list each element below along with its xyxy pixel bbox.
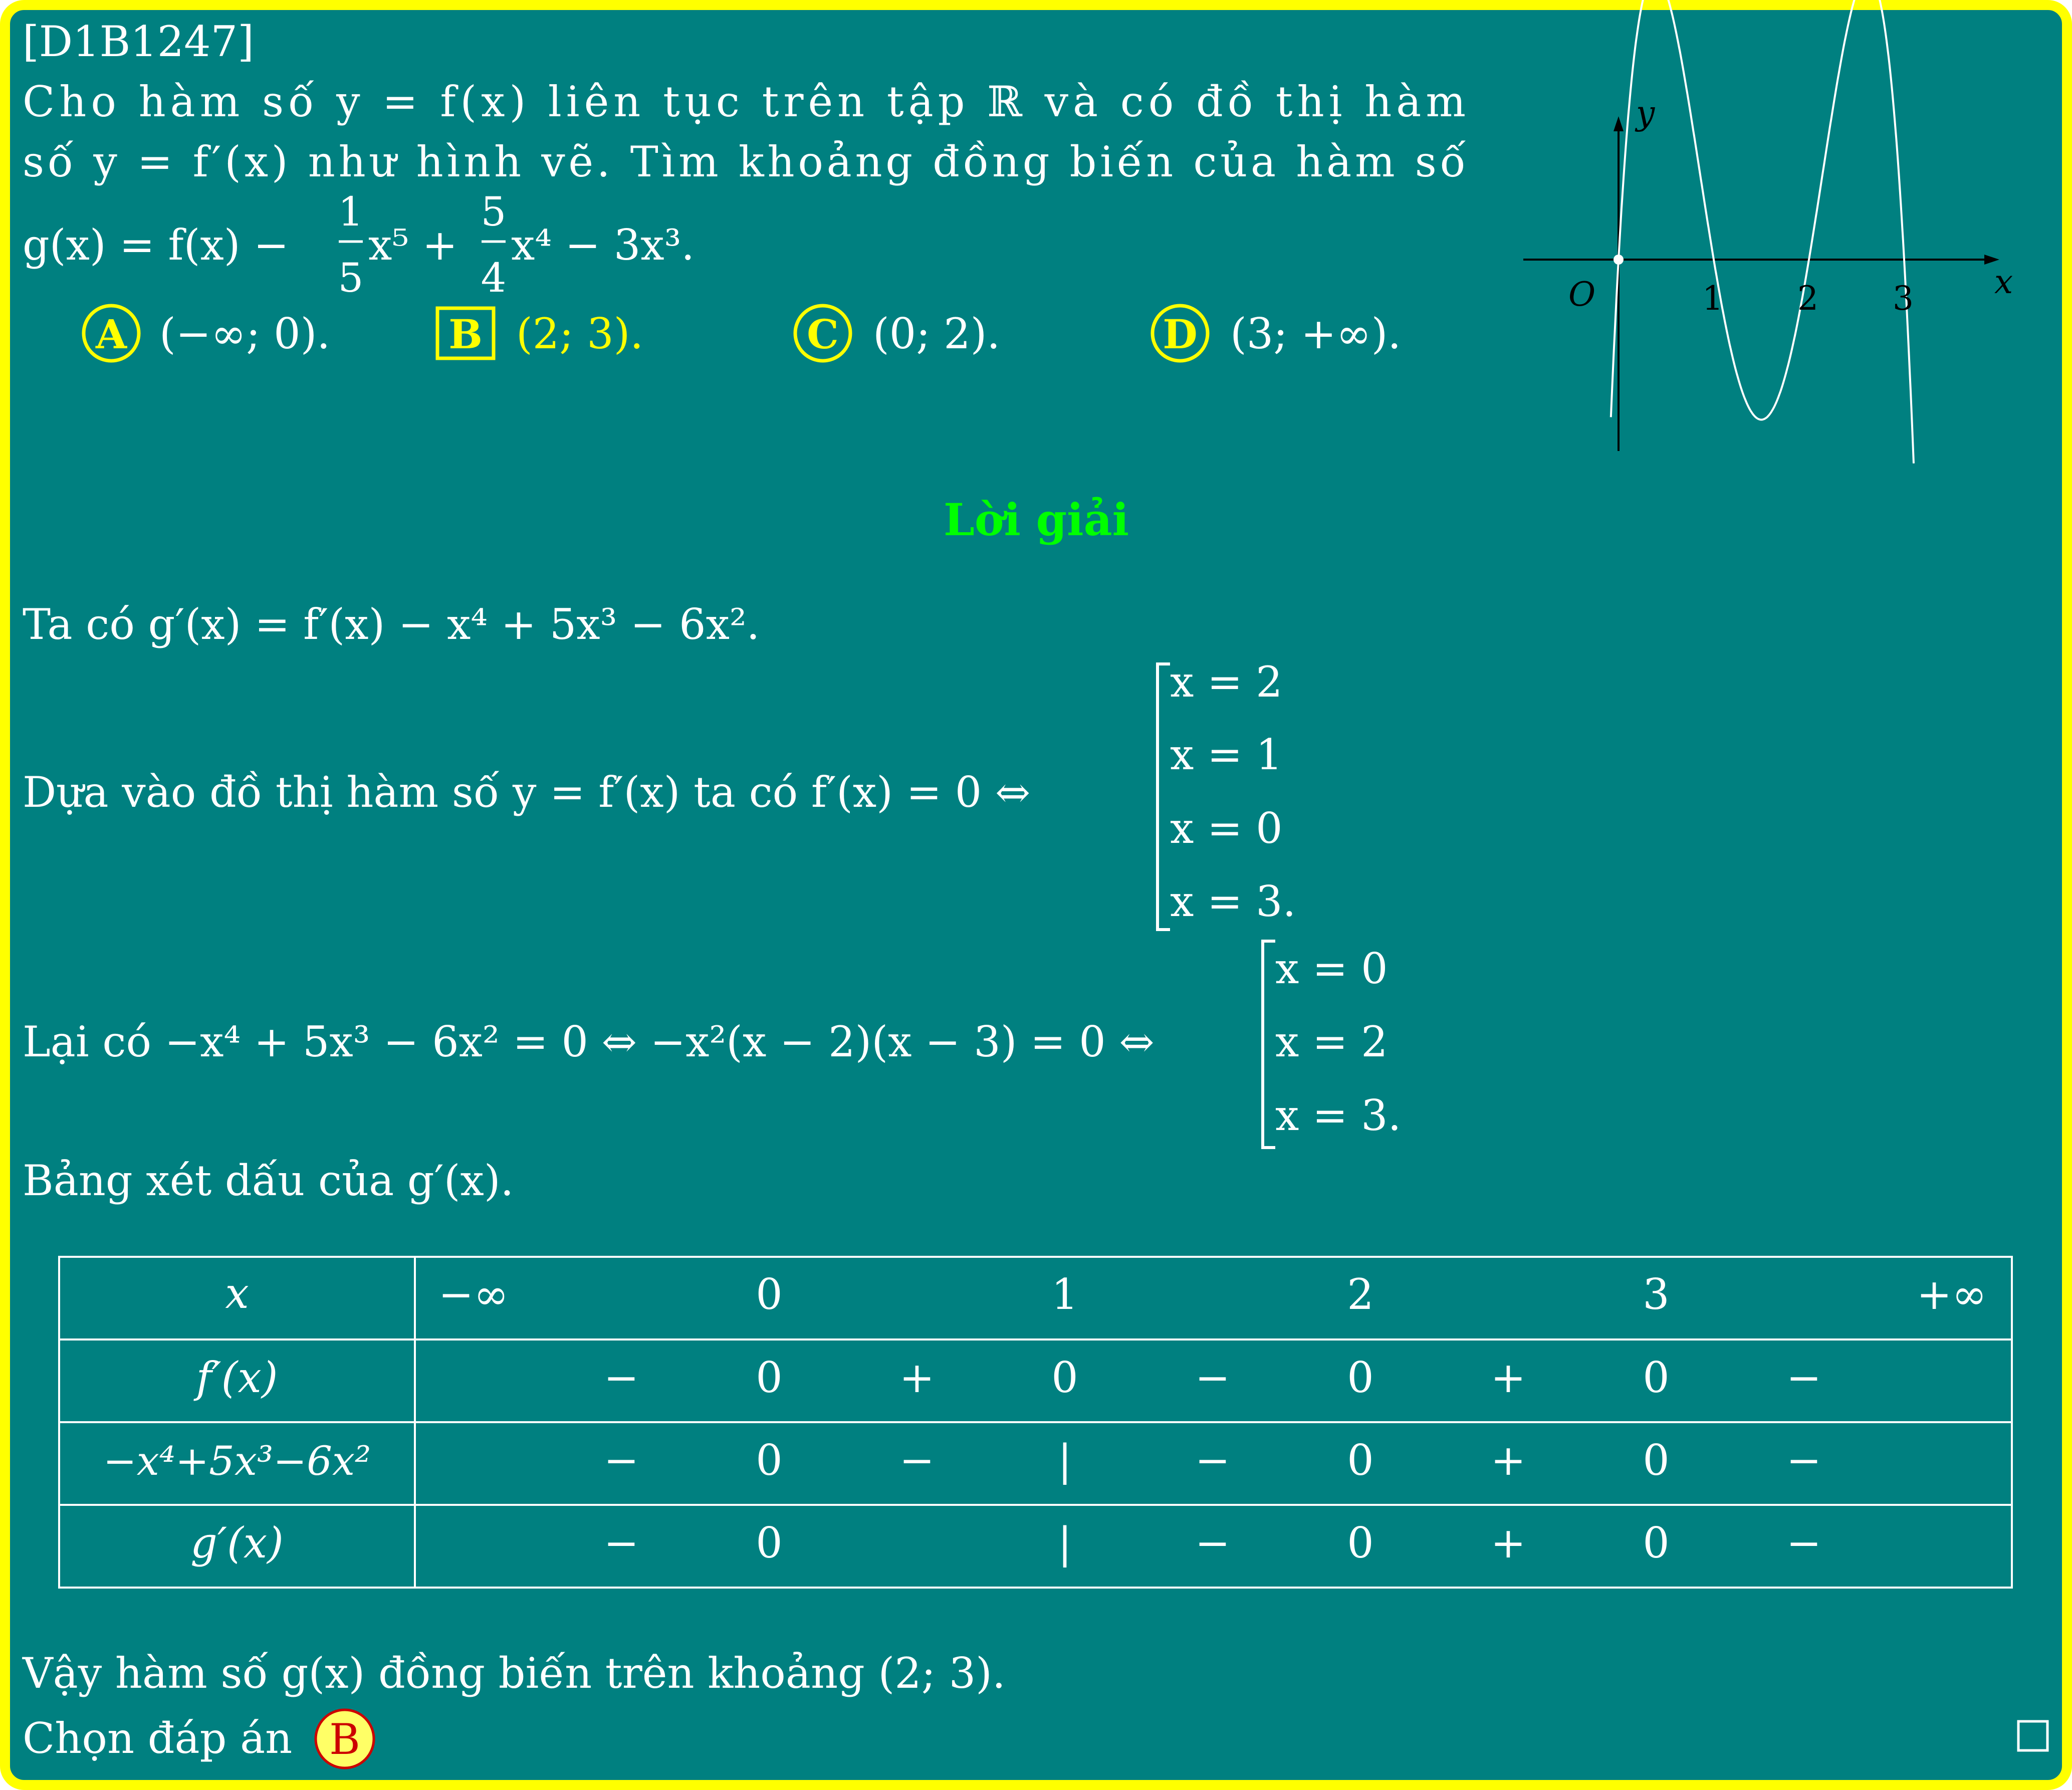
table-header-cell: −∞ [438,1270,509,1319]
table-cell: − [1786,1353,1821,1402]
table-header-cell: 3 [1643,1270,1669,1319]
option-d[interactable]: D (3; +∞). [1150,304,1401,363]
table-cell: 0 [756,1518,782,1568]
choose-answer-label: Chọn đáp án [23,1714,292,1763]
table-cell: − [1786,1436,1821,1485]
origin-label: O [1568,275,1595,314]
table-row-label-polynomial: −x⁴+5x³−6x² [103,1438,371,1484]
origin-point [1614,255,1624,265]
cases1-item-3: x = 0 [1170,804,1283,853]
option-d-text: (3; +∞). [1230,309,1401,358]
table-cell: − [1195,1353,1230,1402]
fraction1-numerator: 1 [338,188,364,235]
formula-head: g(x) = f(x) − [23,220,289,270]
card-border [0,0,2072,1790]
option-b[interactable]: B (2; 3). [435,306,643,360]
choose-answer-letter: B [329,1715,360,1764]
table-header-cell: 2 [1347,1270,1373,1319]
table-cell: 0 [756,1436,782,1485]
solution-conclusion: Vậy hàm số g(x) đồng biến trên khoảng (2… [22,1649,1006,1698]
table-header-x: x [225,1269,249,1318]
solution-line3: Lại có −x⁴ + 5x³ − 6x² = 0 ⇔ −x²(x − 2)(… [23,1017,1155,1066]
option-c[interactable]: C (0; 2). [793,304,1000,363]
problem-id: [D1B1247] [23,17,254,66]
table-cell: 0 [1643,1436,1669,1485]
x-tick-2: 2 [1797,279,1818,318]
fraction1-denominator: 5 [338,255,364,301]
table-cell: − [604,1353,639,1402]
table-cell: − [1195,1518,1230,1568]
cases1-item-4: x = 3. [1170,877,1296,926]
x-axis-label: x [1994,263,2013,301]
table-cell: 0 [1347,1436,1373,1485]
table-cell: − [899,1436,935,1485]
table-cell: − [604,1436,639,1485]
cases1-item-2: x = 1 [1170,730,1283,779]
table-cell: − [1786,1518,1821,1568]
option-a-letter: A [95,311,127,358]
table-cell: + [1491,1518,1526,1568]
solution-line4: Bảng xét dấu của g′(x). [23,1156,514,1205]
table-cell: 0 [1347,1518,1373,1568]
formula-term2: x⁴ − 3x³. [511,220,695,270]
table-cell: + [899,1353,935,1402]
option-b-letter: B [448,311,483,358]
option-a[interactable]: A (−∞; 0). [82,304,330,363]
table-cell: 0 [1643,1518,1669,1568]
cases1-item-1: x = 2 [1170,657,1283,707]
cases2-item-3: x = 3. [1275,1091,1401,1140]
table-cell: + [1491,1436,1526,1485]
y-axis-label: y [1635,94,1655,132]
problem-card: [D1B1247] Cho hàm số y = f(x) liên tục t… [0,0,2072,1790]
table-row-label-gprime: g′(x) [190,1518,284,1568]
fraction2-numerator: 5 [481,188,507,235]
table-cell: 0 [1347,1353,1373,1402]
solution-line2: Dựa vào đồ thị hàm số y = f′(x) ta có f′… [23,768,1030,817]
solution-heading: Lời giải [944,494,1129,546]
option-d-letter: D [1163,311,1197,358]
formula-term1: x⁵ + [368,220,457,270]
x-tick-3: 3 [1893,279,1914,318]
cases2-item-1: x = 0 [1275,944,1388,993]
option-c-letter: C [807,311,839,358]
table-header-cell: +∞ [1917,1270,1987,1319]
option-b-text: (2; 3). [516,309,643,358]
table-row-label-fprime: f′(x) [193,1353,278,1402]
x-tick-1: 1 [1702,279,1723,318]
table-header-cell: 0 [756,1270,782,1319]
option-a-text: (−∞; 0). [159,309,330,358]
table-cell: 0 [1643,1353,1669,1402]
table-header-cell: 1 [1051,1270,1078,1319]
solution-line1: Ta có g′(x) = f′(x) − x⁴ + 5x³ − 6x². [23,600,760,649]
table-cell: − [1195,1436,1230,1485]
problem-text-line1: Cho hàm số y = f(x) liên tục trên tập ℝ … [23,77,1466,126]
table-cell: | [1058,1518,1072,1568]
table-cell: 0 [1051,1353,1078,1402]
cases2-item-2: x = 2 [1275,1017,1388,1066]
table-cell: + [1491,1353,1526,1402]
fraction2-denominator: 4 [481,255,507,301]
table-cell: | [1058,1436,1072,1485]
option-c-text: (0; 2). [873,309,1000,358]
table-cell: − [604,1518,639,1568]
table-cell: 0 [756,1353,782,1402]
